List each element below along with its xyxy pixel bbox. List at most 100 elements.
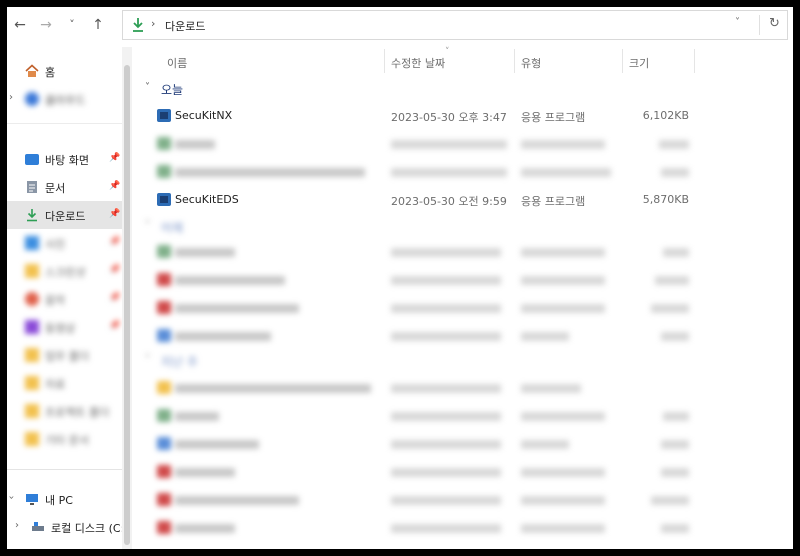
- group-label: 오늘: [161, 83, 184, 97]
- explorer-window: ← → ˅ ↑ › 다운로드 ˅ ↻ 홈 › 클라우드 바탕 화면 📌 문서 📌…: [7, 7, 793, 549]
- file-row[interactable]: [153, 295, 713, 321]
- file-icon: [157, 137, 171, 150]
- sidebar-item-home[interactable]: 홈: [7, 57, 122, 85]
- music-icon: [25, 292, 39, 306]
- sidebar-item-desktop[interactable]: 바탕 화면 📌: [7, 145, 122, 173]
- application-icon: [157, 109, 171, 122]
- sort-caret-icon: ˅: [445, 47, 450, 57]
- file-row[interactable]: [153, 131, 713, 157]
- video-icon: [25, 320, 39, 334]
- folder-icon: [25, 432, 39, 446]
- column-header-type[interactable]: 유형: [521, 55, 541, 79]
- navigation-pane: 홈 › 클라우드 바탕 화면 📌 문서 📌 다운로드 📌 사진 📌 스크린샷 📌…: [7, 47, 129, 549]
- folder-icon: [25, 348, 39, 362]
- back-button[interactable]: ←: [9, 14, 31, 36]
- pin-icon: 📌: [109, 181, 121, 191]
- column-header-size[interactable]: 크기: [629, 55, 649, 79]
- sidebar-item-blurred[interactable]: 자료: [7, 369, 122, 397]
- address-dropdown-button[interactable]: ˅: [735, 17, 740, 28]
- download-icon: [133, 18, 143, 32]
- file-row[interactable]: [153, 239, 713, 265]
- sidebar-item-blurred[interactable]: 동영상 📌: [7, 313, 122, 341]
- file-row[interactable]: [153, 403, 713, 429]
- pin-icon: 📌: [109, 209, 121, 219]
- file-row[interactable]: [153, 459, 713, 485]
- group-label: 어제: [161, 221, 184, 235]
- sidebar-item-blurred[interactable]: 업무 폴더: [7, 341, 122, 369]
- sidebar-scrollbar[interactable]: [122, 47, 132, 549]
- recent-locations-button[interactable]: ˅: [61, 14, 83, 36]
- sidebar-item-blurred[interactable]: 스크린샷 📌: [7, 257, 122, 285]
- sidebar-item-label: 자료: [45, 378, 66, 391]
- folder-icon: [25, 376, 39, 390]
- chevron-down-icon: ›: [7, 496, 17, 500]
- file-icon: [157, 245, 171, 258]
- pin-icon: 📌: [109, 153, 121, 163]
- desktop-icon: [25, 154, 39, 165]
- sidebar-item-label: 동영상: [45, 322, 76, 335]
- sidebar-item-this-pc[interactable]: › 내 PC: [7, 485, 122, 513]
- chevron-right-icon: ›: [9, 92, 13, 103]
- pin-icon: 📌: [109, 293, 121, 303]
- sidebar-item-blurred[interactable]: 음악 📌: [7, 285, 122, 313]
- pdf-icon: [157, 465, 171, 478]
- chevron-down-icon: ˅: [145, 220, 150, 231]
- forward-button[interactable]: →: [35, 14, 57, 36]
- sidebar-item-label: 클라우드: [45, 94, 86, 107]
- pdf-icon: [157, 273, 171, 286]
- file-row-secukitnx[interactable]: SecuKitNX 2023-05-30 오후 3:47 응용 프로그램 6,1…: [153, 103, 713, 129]
- file-type: 응용 프로그램: [521, 195, 586, 208]
- file-icon: [157, 165, 171, 178]
- pin-icon: 📌: [109, 321, 121, 331]
- chevron-down-icon: ˅: [145, 82, 150, 93]
- file-size: 6,102KB: [642, 109, 689, 122]
- sidebar-item-label: 다운로드: [45, 210, 86, 223]
- computer-icon: [26, 494, 38, 505]
- file-icon: [157, 409, 171, 422]
- up-button[interactable]: ↑: [87, 14, 109, 36]
- file-row-secukiteds[interactable]: SecuKitEDS 2023-05-30 오전 9:59 응용 프로그램 5,…: [153, 187, 713, 213]
- group-label: 지난 주: [161, 355, 198, 369]
- pin-icon: 📌: [109, 237, 121, 247]
- sidebar-item-label: 내 PC: [45, 494, 73, 507]
- address-bar[interactable]: › 다운로드 ˅ ↻: [122, 10, 788, 40]
- sidebar-item-label: 바탕 화면: [45, 154, 89, 167]
- sidebar-item-blurred[interactable]: 프로젝트 폴더: [7, 397, 122, 425]
- sidebar-item-label: 사진: [45, 238, 66, 251]
- file-row[interactable]: [153, 323, 713, 349]
- folder-icon: [157, 381, 171, 394]
- column-header-name[interactable]: 이름: [167, 55, 187, 79]
- navigation-bar: ← → ˅ ↑ › 다운로드 ˅ ↻: [7, 7, 793, 43]
- refresh-button[interactable]: ↻: [769, 16, 780, 31]
- file-row[interactable]: [153, 431, 713, 457]
- sidebar-item-blurred[interactable]: 사진 📌: [7, 229, 122, 257]
- scrollbar-thumb[interactable]: [124, 65, 130, 545]
- file-row[interactable]: [153, 267, 713, 293]
- file-row[interactable]: [153, 375, 713, 401]
- column-header-date[interactable]: 수정한 날짜: [391, 55, 445, 79]
- application-icon: [157, 193, 171, 206]
- sidebar-item-label: 기타 문서: [45, 434, 89, 447]
- sidebar-item-label: 음악: [45, 294, 66, 307]
- drive-icon: [32, 522, 44, 531]
- sidebar-item-blurred[interactable]: 기타 문서: [7, 425, 122, 453]
- folder-icon: [25, 264, 39, 278]
- file-name: SecuKitNX: [175, 109, 233, 122]
- sidebar-item-label: 홈: [45, 66, 56, 79]
- file-row[interactable]: [153, 159, 713, 185]
- file-name: SecuKitEDS: [175, 193, 239, 206]
- pictures-icon: [25, 236, 39, 250]
- sidebar-item-local-disk[interactable]: › 로컬 디스크 (C:): [7, 513, 129, 541]
- file-size: 5,870KB: [642, 193, 689, 206]
- chevron-down-icon: ˅: [145, 354, 150, 365]
- sidebar-item-documents[interactable]: 문서 📌: [7, 173, 122, 201]
- file-date: 2023-05-30 오후 3:47: [391, 111, 507, 124]
- breadcrumb-current[interactable]: 다운로드: [165, 18, 205, 34]
- folder-icon: [25, 404, 39, 418]
- sidebar-item-label: 프로젝트 폴더: [45, 406, 110, 419]
- sidebar-item-downloads[interactable]: 다운로드 📌: [7, 201, 122, 229]
- file-row[interactable]: [153, 515, 713, 541]
- file-row[interactable]: [153, 487, 713, 513]
- home-icon: [25, 64, 39, 77]
- sidebar-item-cloud[interactable]: › 클라우드: [7, 85, 122, 113]
